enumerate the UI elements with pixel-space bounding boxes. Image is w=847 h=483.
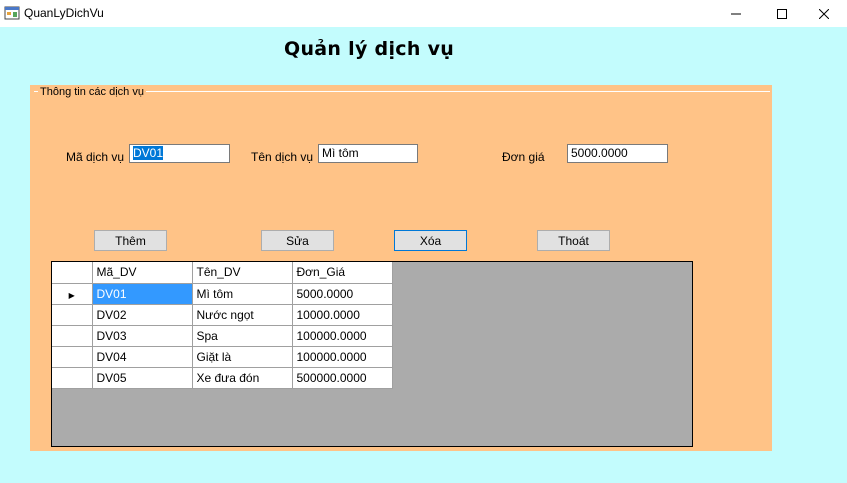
- table-cell[interactable]: 100000.0000: [292, 325, 393, 347]
- unit-price-label: Đơn giá: [502, 150, 545, 164]
- page-title: Quản lý dịch vụ: [284, 38, 455, 60]
- close-button[interactable]: [801, 0, 847, 27]
- exit-button[interactable]: Thoát: [537, 230, 610, 251]
- unit-price-input[interactable]: 5000.0000: [567, 144, 668, 163]
- column-header-ma-dv[interactable]: Mã_DV: [92, 262, 193, 284]
- service-id-value: DV01: [133, 146, 164, 160]
- title-bar[interactable]: QuanLyDichVu: [0, 0, 847, 27]
- row-header-corner[interactable]: [52, 262, 93, 284]
- table-row[interactable]: DV03 Spa 100000.0000: [52, 325, 393, 347]
- service-name-input[interactable]: Mì tôm: [318, 144, 418, 163]
- service-id-label: Mã dịch vụ: [66, 150, 125, 164]
- window-title: QuanLyDichVu: [24, 6, 104, 20]
- maximize-button[interactable]: [759, 0, 805, 27]
- add-button[interactable]: Thêm: [94, 230, 167, 251]
- table-cell[interactable]: Nước ngọt: [192, 304, 293, 326]
- row-header[interactable]: [52, 367, 93, 389]
- column-header-don-gia[interactable]: Đơn_Giá: [292, 262, 393, 284]
- table-cell[interactable]: DV05: [92, 367, 193, 389]
- table-cell[interactable]: Giặt là: [192, 346, 293, 368]
- groupbox-title: Thông tin các dịch vụ: [38, 86, 146, 98]
- column-header-ten-dv[interactable]: Tên_DV: [192, 262, 293, 284]
- unit-price-value: 5000.0000: [571, 146, 628, 160]
- edit-button[interactable]: Sửa: [261, 230, 334, 251]
- services-datagrid[interactable]: Mã_DV Tên_DV Đơn_Giá ▶ DV01 Mì tôm 5000.…: [51, 261, 693, 447]
- table-cell[interactable]: DV04: [92, 346, 193, 368]
- table-cell[interactable]: DV02: [92, 304, 193, 326]
- current-row-arrow-icon: ▶: [68, 290, 75, 300]
- row-header[interactable]: ▶: [52, 283, 93, 305]
- table-header-row: Mã_DV Tên_DV Đơn_Giá: [52, 262, 393, 284]
- table-row[interactable]: ▶ DV01 Mì tôm 5000.0000: [52, 283, 393, 305]
- maximize-icon: [777, 8, 787, 19]
- table-row[interactable]: DV05 Xe đưa đón 500000.0000: [52, 367, 393, 389]
- table-cell[interactable]: Spa: [192, 325, 293, 347]
- close-icon: [819, 8, 829, 19]
- table-cell[interactable]: DV03: [92, 325, 193, 347]
- row-header[interactable]: [52, 325, 93, 347]
- service-name-label: Tên dịch vụ: [251, 150, 314, 164]
- table-cell[interactable]: Mì tôm: [192, 283, 293, 305]
- table-row[interactable]: DV02 Nước ngọt 10000.0000: [52, 304, 393, 326]
- table-cell[interactable]: 10000.0000: [292, 304, 393, 326]
- table-row[interactable]: DV04 Giặt là 100000.0000: [52, 346, 393, 368]
- service-id-input[interactable]: DV01: [129, 144, 230, 163]
- table-cell[interactable]: 500000.0000: [292, 367, 393, 389]
- minimize-button[interactable]: [713, 0, 759, 27]
- table-cell[interactable]: Xe đưa đón: [192, 367, 293, 389]
- delete-button[interactable]: Xóa: [394, 230, 467, 251]
- app-icon: [4, 6, 20, 20]
- table-cell[interactable]: 100000.0000: [292, 346, 393, 368]
- table-cell[interactable]: 5000.0000: [292, 283, 393, 305]
- service-name-value: Mì tôm: [322, 146, 359, 160]
- row-header[interactable]: [52, 304, 93, 326]
- table-cell[interactable]: DV01: [92, 283, 193, 305]
- services-table: Mã_DV Tên_DV Đơn_Giá ▶ DV01 Mì tôm 5000.…: [52, 262, 393, 389]
- minimize-icon: [731, 13, 741, 14]
- row-header[interactable]: [52, 346, 93, 368]
